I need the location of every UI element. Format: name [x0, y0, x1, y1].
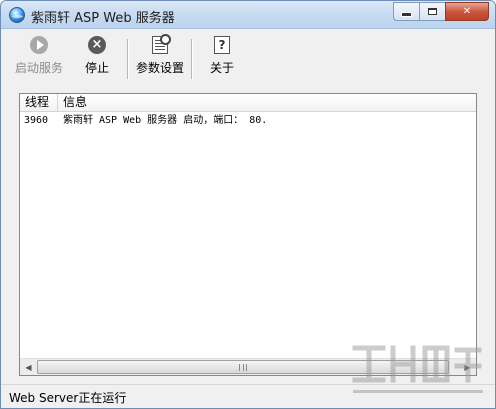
window-title: 紫雨轩 ASP Web 服务器 [31, 11, 175, 26]
about-icon: ? [212, 35, 232, 55]
column-header-thread[interactable]: 线程 [20, 94, 58, 112]
toolbar: 启动服务 × 停止 参数设置 ? 关于 [1, 29, 495, 87]
minimize-icon [401, 12, 412, 17]
toolbar-separator [191, 39, 193, 79]
stop-icon: × [87, 35, 107, 55]
grip-icon [239, 364, 247, 371]
row-info: 紫雨轩 ASP Web 服务器 启动，端口： 80. [63, 115, 268, 126]
play-icon [29, 35, 49, 55]
scrollbar-thumb[interactable] [37, 360, 449, 374]
toolbar-separator [127, 39, 129, 79]
scroll-left-icon[interactable]: ◀ [20, 359, 37, 375]
stop-button[interactable]: × 停止 [85, 35, 109, 81]
about-label: 关于 [210, 61, 235, 75]
about-button[interactable]: ? 关于 [210, 35, 234, 81]
maximize-button[interactable] [419, 2, 445, 21]
app-globe-icon [9, 7, 25, 23]
status-text: Web Server正在运行 [9, 391, 127, 405]
stop-label: 停止 [85, 61, 110, 75]
maximize-icon [428, 8, 437, 15]
settings-icon [150, 34, 171, 55]
title-bar[interactable]: 紫雨轩 ASP Web 服务器 ✕ [1, 1, 495, 29]
close-icon: ✕ [462, 6, 472, 17]
settings-label: 参数设置 [136, 61, 185, 75]
log-list[interactable]: 线程 信息 3960 紫雨轩 ASP Web 服务器 启动，端口： 80. ◀ … [19, 93, 477, 376]
minimize-button[interactable] [393, 2, 419, 21]
row-thread-id: 3960 [24, 115, 49, 126]
caption-buttons: ✕ [393, 2, 489, 21]
start-service-label: 启动服务 [15, 61, 64, 75]
start-service-button[interactable]: 启动服务 [15, 35, 63, 81]
status-bar: Web Server正在运行 [1, 384, 495, 408]
list-header: 线程 信息 [20, 94, 476, 112]
horizontal-scrollbar[interactable]: ◀ ▶ [20, 358, 476, 375]
close-button[interactable]: ✕ [445, 2, 489, 21]
app-window: 紫雨轩 ASP Web 服务器 ✕ 启动服务 × 停止 参数设置 ? 关于 线程… [0, 0, 496, 409]
scroll-right-icon[interactable]: ▶ [459, 359, 476, 375]
list-row[interactable]: 3960 紫雨轩 ASP Web 服务器 启动，端口： 80. [20, 113, 476, 129]
settings-button[interactable]: 参数设置 [136, 34, 185, 81]
column-header-info[interactable]: 信息 [58, 94, 476, 112]
